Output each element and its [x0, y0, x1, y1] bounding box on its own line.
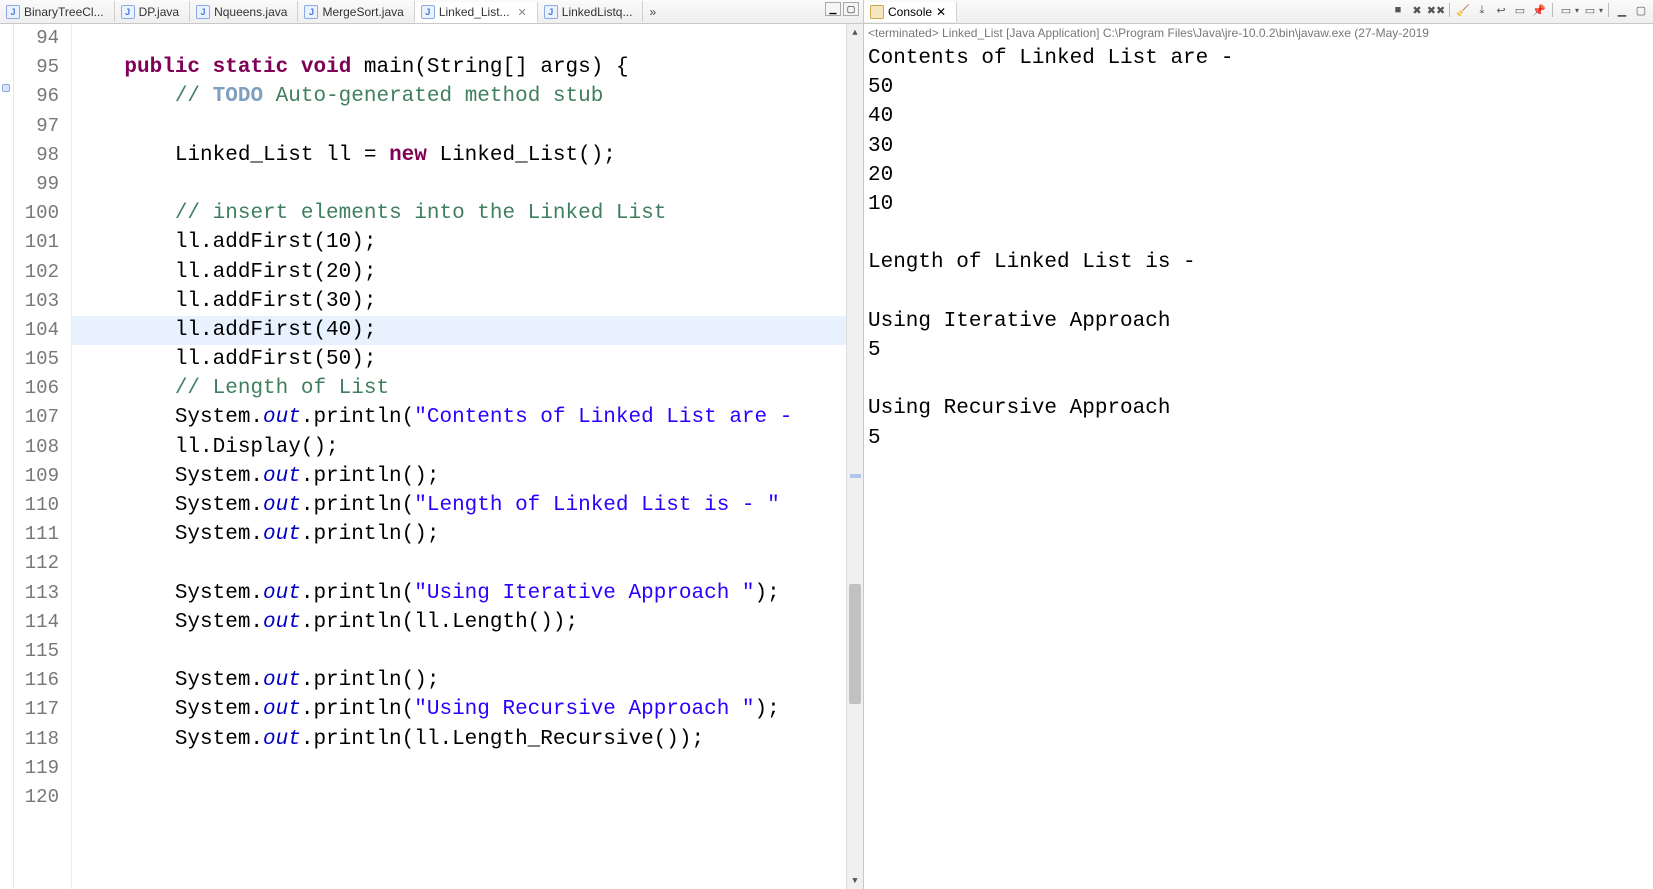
code-line[interactable]: public static void main(String[] args) {: [72, 53, 846, 82]
show-console-icon[interactable]: ▭: [1512, 2, 1528, 18]
display-icon[interactable]: ▭: [1558, 2, 1574, 18]
code-line[interactable]: System.out.println();: [72, 462, 846, 491]
scroll-down-arrow[interactable]: ▼: [847, 872, 863, 889]
code-line[interactable]: System.out.println("Using Recursive Appr…: [72, 695, 846, 724]
code-line[interactable]: [72, 754, 846, 783]
editor-tab[interactable]: J BinaryTreeCl...: [0, 1, 115, 22]
editor-tab[interactable]: J Nqueens.java: [190, 1, 298, 22]
scroll-up-arrow[interactable]: ▲: [847, 24, 863, 41]
toolbar-separator: [1608, 3, 1609, 17]
tab-label: DP.java: [139, 5, 179, 19]
scroll-lock-icon[interactable]: ⤓: [1474, 2, 1490, 18]
dropdown-arrow-icon[interactable]: ▾: [1599, 6, 1603, 15]
editor-tab[interactable]: J DP.java: [115, 1, 190, 22]
remove-all-icon[interactable]: ✖✖: [1428, 2, 1444, 18]
console-toolbar: ■✖✖✖🧹⤓↩▭📌▭▾▭▾▁▢: [1390, 2, 1649, 18]
editor-tab-bar: J BinaryTreeCl... J DP.java J Nqueens.java J Me…: [0, 0, 863, 24]
toolbar-separator: [1552, 3, 1553, 17]
maximize-button[interactable]: ▢: [843, 2, 859, 16]
java-file-icon: J: [304, 5, 318, 19]
editor-vertical-scrollbar[interactable]: ▲ ▼: [846, 24, 863, 889]
tab-label: BinaryTreeCl...: [24, 5, 104, 19]
code-line[interactable]: // Length of List: [72, 374, 846, 403]
console-output[interactable]: Contents of Linked List are - 50 40 30 2…: [864, 42, 1653, 889]
code-line[interactable]: ll.addFirst(50);: [72, 345, 846, 374]
stop-icon[interactable]: ■: [1390, 2, 1406, 18]
console-tab-label: Console: [888, 5, 932, 19]
editor-window-controls: ▁ ▢: [825, 2, 859, 16]
line-number-gutter: 9495969798991001011021031041051061071081…: [14, 24, 72, 889]
code-area[interactable]: 9495969798991001011021031041051061071081…: [0, 24, 863, 889]
tab-label: MergeSort.java: [322, 5, 403, 19]
code-line[interactable]: ll.addFirst(30);: [72, 287, 846, 316]
code-line[interactable]: [72, 783, 846, 812]
code-line[interactable]: ll.Display();: [72, 433, 846, 462]
code-line[interactable]: System.out.println();: [72, 666, 846, 695]
code-line[interactable]: [72, 549, 846, 578]
code-line[interactable]: System.out.println("Length of Linked Lis…: [72, 491, 846, 520]
tab-label: Nqueens.java: [214, 5, 287, 19]
code-line[interactable]: System.out.println("Contents of Linked L…: [72, 403, 846, 432]
java-file-icon: J: [121, 5, 135, 19]
code-content[interactable]: public static void main(String[] args) {…: [72, 24, 846, 889]
editor-tab[interactable]: J Linked_List... ✕: [415, 2, 538, 23]
code-line[interactable]: // insert elements into the Linked List: [72, 199, 846, 228]
code-line[interactable]: [72, 170, 846, 199]
console-tab[interactable]: Console ✕: [864, 2, 957, 22]
close-icon[interactable]: ✕: [518, 6, 527, 19]
word-wrap-icon[interactable]: ↩: [1493, 2, 1509, 18]
terminated-status: <terminated> Linked_List [Java Applicati…: [864, 24, 1653, 42]
scrollbar-thumb[interactable]: [849, 584, 861, 704]
java-file-icon: J: [544, 5, 558, 19]
minimize-button[interactable]: ▁: [825, 2, 841, 16]
code-line[interactable]: [72, 637, 846, 666]
tab-label: Linked_List...: [439, 5, 510, 19]
open-console-icon[interactable]: ▭: [1582, 2, 1598, 18]
code-line[interactable]: [72, 24, 846, 53]
remove-launch-icon[interactable]: ✖: [1409, 2, 1425, 18]
code-line[interactable]: [72, 112, 846, 141]
java-file-icon: J: [6, 5, 20, 19]
maximize-icon[interactable]: ▢: [1633, 2, 1649, 18]
code-line[interactable]: ll.addFirst(10);: [72, 228, 846, 257]
close-icon[interactable]: ✕: [936, 5, 946, 19]
code-line[interactable]: // TODO Auto-generated method stub: [72, 82, 846, 111]
code-line[interactable]: ll.addFirst(40);: [72, 316, 846, 345]
toolbar-separator: [1449, 3, 1450, 17]
java-file-icon: J: [421, 5, 435, 19]
editor-tab[interactable]: J MergeSort.java: [298, 1, 414, 22]
code-line[interactable]: Linked_List ll = new Linked_List();: [72, 141, 846, 170]
code-line[interactable]: System.out.println("Using Iterative Appr…: [72, 579, 846, 608]
editor-tab[interactable]: J LinkedListq...: [538, 1, 644, 22]
console-icon: [870, 5, 884, 19]
ruler-mark: [2, 84, 10, 92]
editor-pane: J BinaryTreeCl... J DP.java J Nqueens.java J Me…: [0, 0, 864, 889]
dropdown-arrow-icon[interactable]: ▾: [1575, 6, 1579, 15]
tab-overflow-button[interactable]: »: [643, 5, 662, 19]
overview-mark: [850, 474, 861, 478]
code-line[interactable]: System.out.println(ll.Length_Recursive()…: [72, 725, 846, 754]
code-line[interactable]: System.out.println(ll.Length());: [72, 608, 846, 637]
pin-icon[interactable]: 📌: [1531, 2, 1547, 18]
clear-icon[interactable]: 🧹: [1455, 2, 1471, 18]
code-line[interactable]: System.out.println();: [72, 520, 846, 549]
code-line[interactable]: ll.addFirst(20);: [72, 258, 846, 287]
left-ruler: [0, 24, 14, 889]
tab-label: LinkedListq...: [562, 5, 633, 19]
minimize-icon[interactable]: ▁: [1614, 2, 1630, 18]
java-file-icon: J: [196, 5, 210, 19]
console-pane: Console ✕ ■✖✖✖🧹⤓↩▭📌▭▾▭▾▁▢ <terminated> L…: [864, 0, 1653, 889]
console-tab-bar: Console ✕ ■✖✖✖🧹⤓↩▭📌▭▾▭▾▁▢: [864, 0, 1653, 24]
